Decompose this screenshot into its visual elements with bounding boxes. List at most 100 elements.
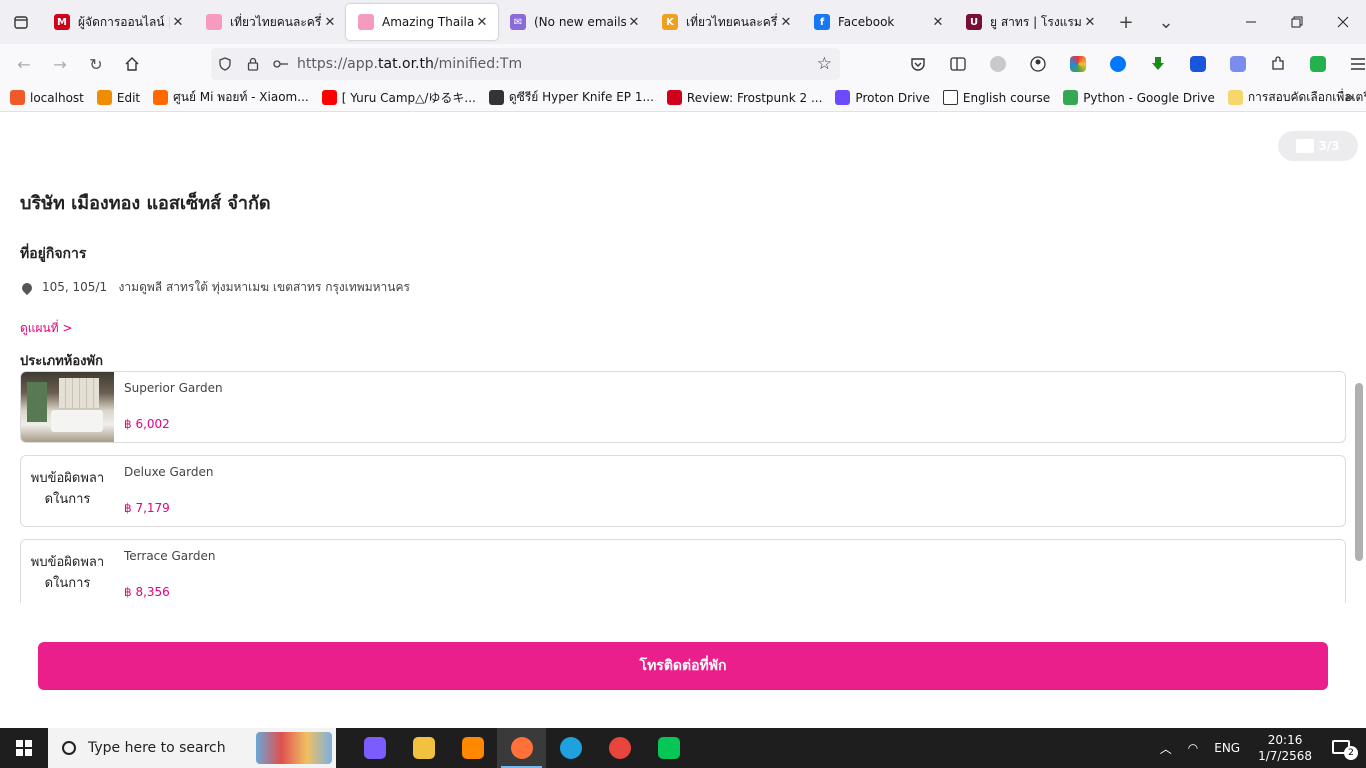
url-path: /minified:Tm [433, 56, 523, 72]
restore-button[interactable] [1274, 0, 1320, 44]
shield-icon[interactable] [211, 57, 239, 71]
permissions-key-icon[interactable] [267, 58, 295, 70]
bookmark-item[interactable]: Python - Google Drive [1063, 90, 1215, 105]
room-type-card[interactable]: พบข้อผิดพลาดในการ Terrace Garden ฿ 8,356 [20, 539, 1346, 603]
tab-close-icon[interactable]: ✕ [1082, 15, 1098, 30]
line-icon [657, 737, 680, 759]
extension-button-3[interactable] [1178, 44, 1218, 84]
browser-tab[interactable]: เที่ยวไทยคนละครึ่ง ✕ [194, 4, 346, 40]
start-button[interactable] [0, 728, 48, 768]
pocket-button[interactable] [898, 44, 938, 84]
room-photo[interactable] [21, 372, 114, 442]
browser-tab[interactable]: f Facebook ✕ [802, 4, 954, 40]
bookmark-item[interactable]: ศูนย์ Mi พอยท์ - Xiaom... [153, 88, 309, 107]
network-icon[interactable]: ◠ [1188, 741, 1198, 755]
arrow-left-icon: ← [17, 54, 31, 74]
taskbar-search-box[interactable]: Type here to search [48, 728, 336, 768]
lock-icon[interactable] [239, 57, 267, 71]
account-button[interactable] [1018, 44, 1058, 84]
call-property-button[interactable]: โทรติดต่อที่พัก [38, 642, 1328, 690]
new-tab-button[interactable]: + [1106, 0, 1146, 44]
room-type-card[interactable]: Superior Garden ฿ 6,002 [20, 371, 1346, 443]
room-type-list: Superior Garden ฿ 6,002 พบข้อผิดพลาดในการ D… [20, 371, 1346, 603]
bookmark-item[interactable]: Review: Frostpunk 2 ... [666, 90, 822, 105]
tab-title: ผู้จัดการออนไลน์ | ผ [78, 14, 170, 29]
bookmark-item[interactable]: ดูซีรีย์ Hyper Knife EP 1... [488, 88, 654, 107]
tab-title: Amazing Thailand [382, 15, 474, 29]
home-button[interactable] [114, 48, 150, 80]
photo-counter-badge[interactable]: 3/3 [1278, 131, 1358, 161]
back-button[interactable]: ← [6, 48, 42, 80]
taskbar-app-edge[interactable] [546, 728, 595, 768]
tab-close-icon[interactable]: ✕ [170, 15, 186, 30]
vlc-icon [461, 737, 484, 759]
tab-title: เที่ยวไทยคนละครึ่ง [230, 14, 322, 29]
tab-overview-button[interactable] [0, 0, 42, 44]
reload-icon: ↻ [89, 54, 103, 74]
tab-close-icon[interactable]: ✕ [930, 15, 946, 30]
bookmark-item[interactable]: localhost [10, 90, 84, 105]
taskbar-app-firefox[interactable] [497, 728, 546, 768]
extension-button-vk[interactable] [1098, 44, 1138, 84]
list-all-tabs-button[interactable]: ⌄ [1146, 0, 1186, 44]
address-bar[interactable]: https://app.tat.or.th/minified:Tm ☆ [211, 48, 840, 80]
browser-tab[interactable]: K เที่ยวไทยคนละครึ่ง ✕ [650, 4, 802, 40]
search-icon [62, 741, 76, 755]
tab-title: Facebook [838, 15, 895, 29]
bookmark-item[interactable]: Edit [96, 90, 140, 105]
view-map-link[interactable]: ดูแผนที่ > [20, 319, 73, 338]
windows-logo-icon [16, 740, 32, 756]
tray-chevron-up-icon[interactable]: ︿ [1160, 740, 1172, 757]
forward-button[interactable]: → [42, 48, 78, 80]
minimize-button[interactable] [1228, 0, 1274, 44]
browser-tab[interactable]: M ผู้จัดการออนไลน์ | ผ✕ [42, 4, 194, 40]
bookmark-item[interactable]: Proton Drive [835, 90, 930, 105]
menu-button[interactable] [1338, 44, 1366, 84]
page-scrollbar-thumb[interactable] [1355, 383, 1363, 561]
room-type-heading: ประเภทห้องพัก [20, 354, 103, 369]
close-window-button[interactable] [1320, 0, 1366, 44]
extensions-button[interactable] [1258, 44, 1298, 84]
reader-view-button[interactable] [938, 44, 978, 84]
taskbar-app-vlc[interactable] [448, 728, 497, 768]
taskbar-app-copilot[interactable] [350, 728, 399, 768]
bookmark-favicon-icon [488, 90, 504, 105]
extension-button-4[interactable] [1218, 44, 1258, 84]
browser-tab[interactable]: Amazing Thailand✕ [346, 4, 498, 40]
taskbar-app-file-explorer[interactable] [399, 728, 448, 768]
taskbar-app-line[interactable] [644, 728, 693, 768]
extension-icon [990, 56, 1006, 72]
notification-center-button[interactable]: 2 [1330, 736, 1358, 760]
browser-tab[interactable]: U ยู สาทร | โรงแรม บู✕ [954, 4, 1106, 40]
room-image-error: พบข้อผิดพลาดในการ [30, 471, 105, 507]
input-language[interactable]: ENG [1214, 741, 1240, 755]
bookmark-label: localhost [30, 90, 84, 105]
tab-close-icon[interactable]: ✕ [626, 15, 642, 30]
bookmarks-overflow-chevron-icon[interactable]: » [1345, 88, 1354, 106]
green-extension-icon [1310, 56, 1326, 72]
url-prefix: https://app. [297, 56, 378, 72]
bookmark-item[interactable]: [ Yuru Camp△/ゆるキ... [321, 89, 476, 106]
extension-button-2[interactable] [1058, 44, 1098, 84]
url-text[interactable]: https://app.tat.or.th/minified:Tm [297, 56, 522, 72]
extension-button-1[interactable] [978, 44, 1018, 84]
minimize-icon [1246, 21, 1256, 23]
browser-tab[interactable]: ✉ (No new emails) -✕ [498, 4, 650, 40]
tab-close-icon[interactable]: ✕ [322, 15, 338, 30]
download-manager-icon [1190, 56, 1206, 72]
address-row: 105, 105/1 งามดูพลี สาทรใต้ ทุ่งมหาเมฆ เ… [19, 278, 410, 297]
bookmark-item[interactable]: English course [942, 90, 1050, 105]
plus-icon: + [1118, 11, 1134, 33]
tab-close-icon[interactable]: ✕ [474, 15, 490, 30]
download-button[interactable] [1138, 44, 1178, 84]
taskbar-clock[interactable]: 20:16 1/7/2568 [1258, 732, 1312, 764]
bookmark-star-icon[interactable]: ☆ [817, 54, 832, 74]
reload-button[interactable]: ↻ [78, 48, 114, 80]
extension-button-5[interactable] [1298, 44, 1338, 84]
clock-date: 1/7/2568 [1258, 749, 1312, 763]
room-type-card[interactable]: พบข้อผิดพลาดในการ Deluxe Garden ฿ 7,179 [20, 455, 1346, 527]
tab-close-icon[interactable]: ✕ [778, 15, 794, 30]
hamburger-menu-icon [1351, 58, 1365, 70]
taskbar-app-chrome[interactable] [595, 728, 644, 768]
map-pin-icon [19, 280, 35, 295]
